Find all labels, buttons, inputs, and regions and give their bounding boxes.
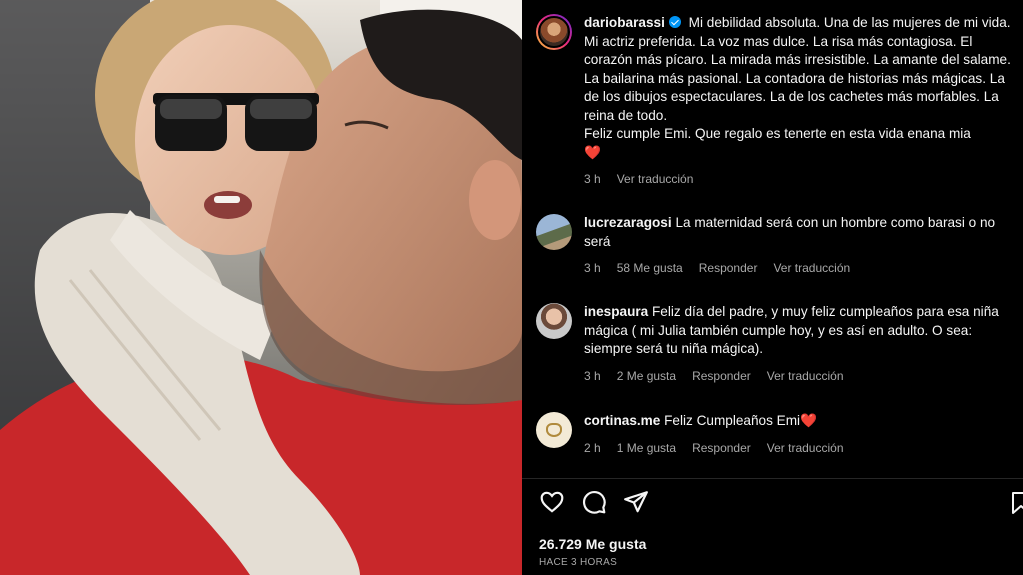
commenter-avatar[interactable] [536,303,572,339]
comment-item: lucrezaragosi La maternidad será con un … [536,214,1016,275]
author-username[interactable]: dariobarassi [584,15,665,30]
caption-translate-link[interactable]: Ver traducción [617,172,694,186]
comment-time: 2 h [584,440,601,455]
heart-emoji: ❤️ [800,413,818,428]
share-icon[interactable] [623,489,649,515]
commenter-avatar[interactable] [536,214,572,250]
heart-emoji: ❤️ [584,144,601,160]
comment-item: inespaura Feliz día del padre, y muy fel… [536,303,1016,383]
caption-time: 3 h [584,172,601,186]
post-caption: dariobarassi Mi debilidad absoluta. Una … [536,14,1016,186]
instagram-post: dariobarassi Mi debilidad absoluta. Una … [0,0,1023,575]
caption-text: Mi debilidad absoluta. Una de las mujere… [584,15,1011,141]
post-sidebar: dariobarassi Mi debilidad absoluta. Una … [522,0,1023,575]
likes-count[interactable]: 26.729 Me gusta [539,536,646,552]
comment-text: Feliz Cumpleaños Emi [664,413,801,428]
comment-time: 3 h [584,368,601,383]
action-bar [539,489,649,515]
comment-translate-link[interactable]: Ver traducción [767,369,844,383]
comment-translate-link[interactable]: Ver traducción [773,261,850,275]
comment-icon[interactable] [581,489,607,515]
commenter-username[interactable]: inespaura [584,304,648,319]
author-avatar[interactable] [536,14,572,50]
comment-likes[interactable]: 1 Me gusta [617,441,676,455]
comment-likes[interactable]: 2 Me gusta [617,369,676,383]
photo-illustration [0,0,522,575]
reply-button[interactable]: Responder [692,369,751,383]
commenter-username[interactable]: cortinas.me [584,413,660,428]
comment-time: 3 h [584,261,601,275]
comment-translate-link[interactable]: Ver traducción [767,441,844,455]
post-photo [0,0,522,575]
commenter-username[interactable]: lucrezaragosi [584,215,672,230]
save-icon[interactable] [1010,491,1023,515]
actions-divider [522,478,1023,480]
commenter-avatar[interactable] [536,412,572,448]
reply-button[interactable]: Responder [692,441,751,455]
heart-icon[interactable] [539,489,565,515]
comment-likes[interactable]: 58 Me gusta [617,261,683,275]
post-timestamp: HACE 3 HORAS [539,557,618,568]
comment-item: cortinas.me Feliz Cumpleaños Emi❤️ 2 h 1… [536,412,1016,455]
verified-icon [668,16,681,28]
reply-button[interactable]: Responder [699,261,758,275]
